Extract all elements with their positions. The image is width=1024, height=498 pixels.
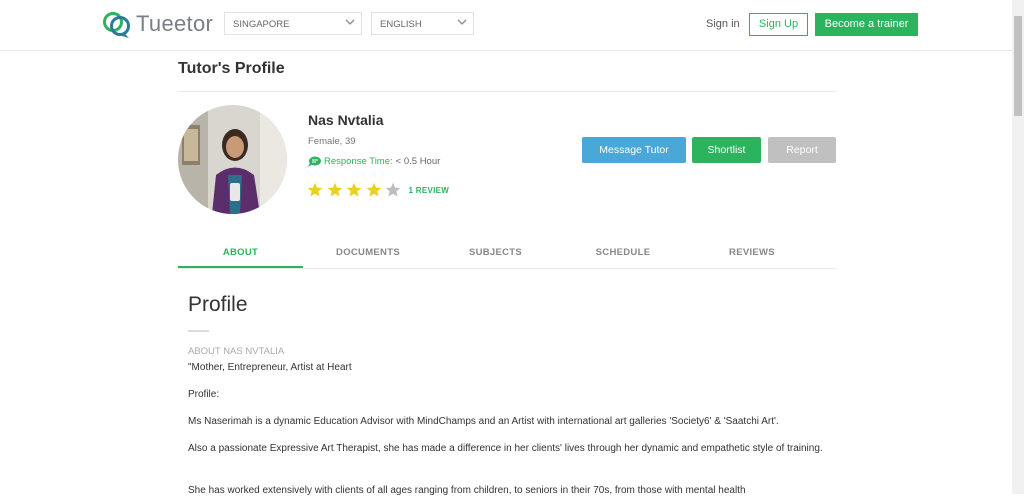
about-paragraph: "Mother, Entrepreneur, Artist at Heart <box>188 362 352 373</box>
response-time-value: < 0.5 Hour <box>395 156 441 167</box>
about-section-label: ABOUT NAS NVTALIA <box>188 346 285 357</box>
about-paragraph: Profile: <box>188 389 220 400</box>
become-trainer-button[interactable]: Become a trainer <box>815 13 918 36</box>
sign-up-button[interactable]: Sign Up <box>749 13 808 36</box>
tab-documents[interactable]: DOCUMENTS <box>303 247 433 258</box>
report-button[interactable]: Report <box>768 137 836 163</box>
tab-schedule[interactable]: SCHEDULE <box>558 247 688 258</box>
tutor-gender-age: Female, 39 <box>308 136 356 147</box>
tutor-name: Nas Nvtalia <box>308 112 384 128</box>
star-filled-icon <box>366 182 381 197</box>
star-filled-icon <box>346 182 362 197</box>
rating-stars: 1 REVIEW <box>307 182 449 198</box>
heading-rule <box>188 330 209 332</box>
star-filled-icon <box>307 182 323 197</box>
language-select-value: ENGLISH <box>380 19 422 30</box>
tab-about[interactable]: ABOUT <box>178 247 303 258</box>
chevron-down-icon <box>457 19 467 25</box>
response-time: Response Time: < 0.5 Hour <box>308 156 440 167</box>
review-count-link[interactable]: 1 REVIEW <box>409 186 450 195</box>
country-select[interactable]: SINGAPORE <box>224 12 362 35</box>
scrollbar-thumb[interactable] <box>1014 16 1022 116</box>
about-paragraph: She has worked extensively with clients … <box>188 485 746 496</box>
tutor-avatar <box>178 105 287 214</box>
page-title: Tutor's Profile <box>178 60 285 77</box>
star-filled-icon <box>327 182 342 197</box>
message-tutor-button[interactable]: Message Tutor <box>582 137 686 163</box>
profile-tabs: ABOUT DOCUMENTS SUBJECTS SCHEDULE REVIEW… <box>178 240 836 269</box>
top-navbar: Tueetor SINGAPORE ENGLISH Sign in Sign U… <box>0 0 1012 51</box>
country-select-value: SINGAPORE <box>233 19 290 30</box>
tueetor-logo[interactable]: Tueetor <box>102 9 213 39</box>
chevron-down-icon <box>345 19 355 25</box>
response-time-label: Response Time: <box>324 156 393 167</box>
logo-text: Tueetor <box>136 11 214 36</box>
logo-icon <box>103 12 130 38</box>
profile-heading: Profile <box>188 293 248 316</box>
chat-bubble-icon <box>308 156 321 167</box>
page-scrollbar[interactable] <box>1012 0 1024 494</box>
divider <box>178 91 836 92</box>
active-tab-indicator <box>178 266 303 268</box>
tab-subjects[interactable]: SUBJECTS <box>433 247 558 258</box>
language-select[interactable]: ENGLISH <box>371 12 474 35</box>
tab-reviews[interactable]: REVIEWS <box>688 247 816 258</box>
shortlist-button[interactable]: Shortlist <box>692 137 761 163</box>
star-empty-icon <box>385 182 401 197</box>
about-paragraph: Ms Naserimah is a dynamic Education Advi… <box>188 416 779 427</box>
about-paragraph: Also a passionate Expressive Art Therapi… <box>188 443 823 454</box>
sign-in-link[interactable]: Sign in <box>706 18 740 30</box>
